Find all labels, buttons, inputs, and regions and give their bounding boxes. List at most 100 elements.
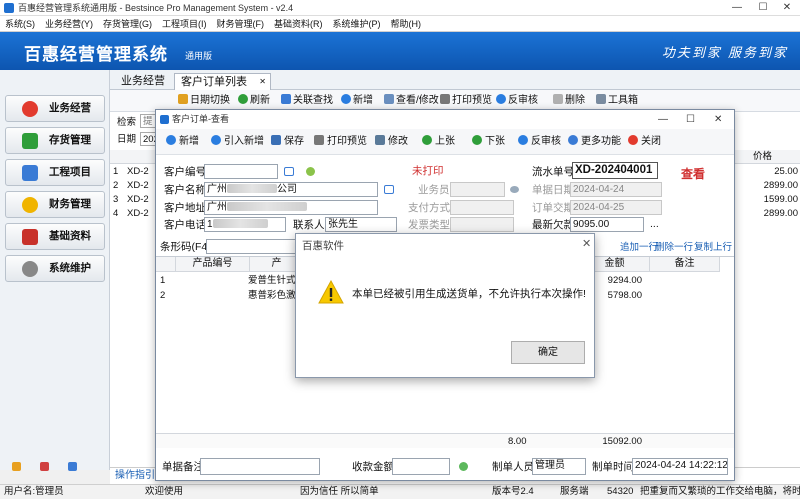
status-dot-icon: [459, 462, 468, 471]
dlg-save-button[interactable]: 保存: [271, 129, 304, 155]
sidebar-item-project[interactable]: 工程项目: [5, 159, 105, 186]
tab-customer-orders[interactable]: 客户订单列表 ✕: [174, 73, 271, 90]
menu-maintenance[interactable]: 系统维护(P): [328, 16, 386, 32]
dlg-more-button[interactable]: 更多功能: [568, 129, 621, 155]
button-label: 上张: [435, 136, 455, 147]
cloud-icon[interactable]: [510, 186, 519, 193]
message-close-button[interactable]: ✕: [582, 237, 591, 250]
sidebar-item-inventory[interactable]: 存货管理: [5, 127, 105, 154]
dlg-next-button[interactable]: 下张: [472, 129, 505, 155]
received-field[interactable]: [392, 458, 450, 475]
salesman-select[interactable]: [450, 182, 505, 197]
contact-field[interactable]: 张先生: [325, 217, 397, 232]
link-icon: [281, 94, 291, 104]
minimize-button[interactable]: —: [724, 0, 750, 16]
maker-field[interactable]: 管理员: [532, 458, 586, 475]
dlg-add-button[interactable]: 新增: [166, 129, 199, 155]
pay-select[interactable]: [450, 200, 514, 215]
sidebar-item-finance[interactable]: 财务管理: [5, 191, 105, 218]
menu-system[interactable]: 系统(S): [0, 16, 40, 32]
button-label: 关联查找: [293, 95, 333, 106]
edit-icon: [384, 94, 394, 104]
sidebar-item-label: 财务管理: [49, 198, 91, 210]
dlg-print-preview-button[interactable]: 打印预览: [314, 129, 367, 155]
dlg-prev-button[interactable]: 上张: [422, 129, 455, 155]
tab-business[interactable]: 业务经营: [115, 73, 171, 90]
banner-title: 百惠经营管理系统: [24, 45, 168, 64]
debt-more-button[interactable]: ...: [650, 217, 659, 231]
menu-base-data[interactable]: 基础资料(R): [269, 16, 328, 32]
message-title: 百惠软件: [302, 240, 344, 252]
pay-label: 支付方式: [408, 202, 450, 214]
button-label: 修改: [388, 136, 408, 147]
price-cell: 2899.00: [763, 180, 798, 191]
dialog-close-button[interactable]: ✕: [714, 110, 722, 129]
dialog-title-bar: 客户订单-查看 — ☐ ✕: [156, 110, 734, 129]
menu-finance[interactable]: 财务管理(F): [212, 16, 270, 32]
salesman-label: 业务员: [418, 184, 450, 196]
bill-date-field[interactable]: 2024-04-24: [570, 182, 662, 197]
debt-field[interactable]: 9095.00: [570, 217, 644, 232]
order-code: XD-2: [127, 208, 149, 219]
sidebar-item-label: 基础资料: [49, 230, 91, 242]
status-service: 服务端: [560, 486, 589, 497]
dialog-minimize-button[interactable]: —: [658, 110, 668, 129]
maximize-button[interactable]: ☐: [750, 0, 776, 16]
warning-icon: [318, 280, 344, 304]
copy-row-link[interactable]: 复制上行: [694, 241, 732, 255]
maker-label: 制单人员: [492, 461, 534, 473]
menu-business[interactable]: 业务经营(Y): [40, 16, 98, 32]
cust-name-field[interactable]: 广州 公司: [204, 182, 378, 197]
make-time-field[interactable]: 2024-04-24 14:22:12: [632, 458, 728, 475]
dlg-import-add-button[interactable]: 引入新增: [211, 129, 264, 155]
inventory-icon: [22, 133, 38, 149]
sidebar-item-maintenance[interactable]: 系统维护: [5, 255, 105, 282]
invoice-select[interactable]: [450, 217, 514, 232]
edit-icon: [375, 135, 385, 145]
shortcut-icon[interactable]: [12, 462, 21, 471]
ok-button[interactable]: 确定: [511, 341, 585, 364]
tab-close-icon[interactable]: ✕: [259, 74, 266, 90]
import-plus-icon: [211, 135, 221, 145]
shortcut-icon[interactable]: [68, 462, 77, 471]
cust-phone-field[interactable]: 1: [204, 217, 286, 232]
append-row-link[interactable]: 追加一行: [620, 241, 658, 255]
message-box: 百惠软件 ✕ 本单已经被引用生成送货单，不允许执行本次操作! 确定: [295, 233, 595, 378]
close-button[interactable]: ✕: [774, 0, 800, 16]
price-header: 价格: [753, 151, 773, 162]
serial-field[interactable]: XD-202404001: [572, 162, 658, 179]
calendar-icon: [178, 94, 188, 104]
menu-project[interactable]: 工程项目(I): [157, 16, 212, 32]
button-label: 查看/修改: [396, 95, 439, 106]
arrow-up-icon: [422, 135, 432, 145]
banner-edition: 通用版: [185, 51, 213, 61]
price-cell: 2899.00: [763, 208, 798, 219]
invoice-label: 发票类型: [408, 219, 450, 231]
button-label: 新增: [353, 95, 373, 106]
shortcut-icon[interactable]: [40, 462, 49, 471]
cust-code-field[interactable]: [204, 164, 278, 179]
lookup-icon[interactable]: [384, 185, 394, 194]
remark-field[interactable]: [200, 458, 320, 475]
status-dot-icon[interactable]: [306, 167, 315, 176]
dlg-unapprove-button[interactable]: 反审核: [518, 129, 561, 155]
dialog-app-icon: [160, 115, 169, 124]
trash-icon: [553, 94, 563, 104]
menu-help[interactable]: 帮助(H): [386, 16, 427, 32]
cust-phone-label: 客户电话: [164, 219, 206, 231]
sidebar-item-base-data[interactable]: 基础资料: [5, 223, 105, 250]
cust-addr-field[interactable]: 广州: [204, 200, 378, 215]
lookup-icon[interactable]: [284, 167, 294, 176]
serial-label: 流水单号: [532, 166, 574, 178]
dialog-maximize-button[interactable]: ☐: [686, 110, 695, 129]
status-user: 用户名:管理员: [4, 486, 64, 497]
project-icon: [22, 165, 38, 181]
dlg-edit-button[interactable]: 修改: [375, 129, 408, 155]
dlg-close-button[interactable]: 关闭: [628, 129, 661, 155]
delete-row-link[interactable]: 删除一行: [655, 241, 693, 255]
menu-inventory[interactable]: 存货管理(G): [98, 16, 157, 32]
sidebar-item-business[interactable]: 业务经营: [5, 95, 105, 122]
delivery-field[interactable]: 2024-04-25: [570, 200, 662, 215]
printer-icon: [440, 94, 450, 104]
barcode-input[interactable]: [206, 239, 296, 254]
